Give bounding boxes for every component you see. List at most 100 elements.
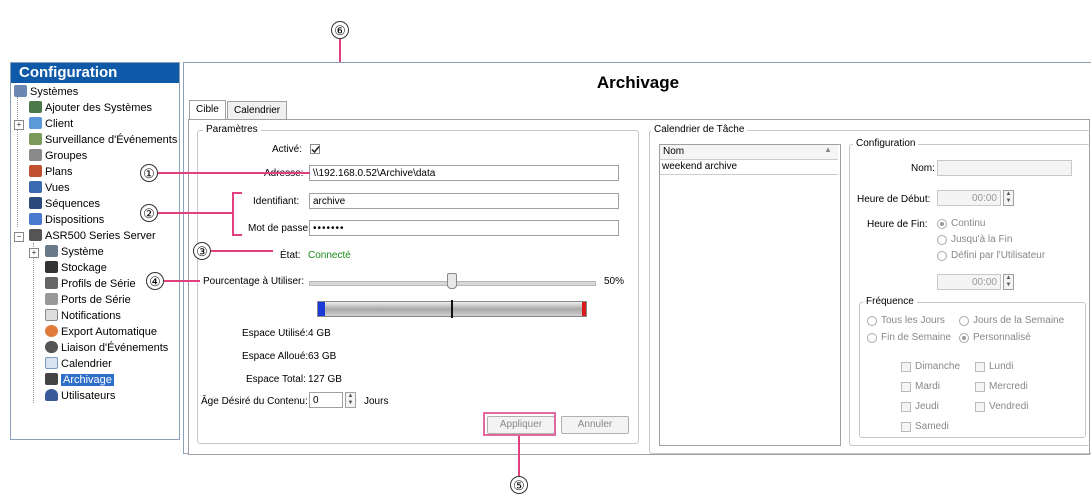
sidebar-item-systems[interactable]: Systèmes xyxy=(14,84,78,100)
end-until-radio[interactable] xyxy=(937,235,947,245)
freq-weekdays-label: Jours de la Semaine xyxy=(973,315,1065,326)
id-input[interactable]: archive xyxy=(309,193,619,209)
tab-cible[interactable]: Cible xyxy=(189,100,226,120)
day-wednesday-checkbox[interactable] xyxy=(975,382,985,392)
day-sunday-label: Dimanche xyxy=(915,361,961,372)
expand-server[interactable]: − xyxy=(14,232,24,242)
active-checkbox[interactable] xyxy=(310,144,320,154)
expand-client[interactable]: + xyxy=(14,120,24,130)
day-wednesday-label: Mercredi xyxy=(989,381,1028,392)
callout-1-line xyxy=(158,172,310,174)
name-label: Nom: xyxy=(911,163,935,174)
cancel-button[interactable]: Annuler xyxy=(561,416,629,434)
end-label: Heure de Fin: xyxy=(867,219,928,230)
password-input[interactable]: ••••••• xyxy=(309,220,619,236)
groups-icon xyxy=(29,149,42,161)
day-thursday-label: Jeudi xyxy=(915,401,939,412)
start-spinner[interactable]: ▲ ▼ xyxy=(1003,190,1014,206)
callout-1: ① xyxy=(140,164,158,182)
state-value: Connecté xyxy=(308,250,351,261)
expand-system[interactable]: + xyxy=(29,248,39,258)
day-monday-label: Lundi xyxy=(989,361,1014,372)
callout-4-line xyxy=(164,280,200,282)
end-user-radio[interactable] xyxy=(937,251,947,261)
tab-content: Paramètres Activé: Adresse: \\192.168.0.… xyxy=(188,119,1090,455)
id-label: Identifiant: xyxy=(253,196,300,207)
allocated-marker xyxy=(451,300,453,318)
end-user-label: Défini par l'Utilisateur xyxy=(951,250,1046,261)
freq-daily-label: Tous les Jours xyxy=(881,315,945,326)
sidebar-item-sequences[interactable]: Séquences xyxy=(29,196,100,212)
sidebar-item-users[interactable]: Utilisateurs xyxy=(45,388,115,404)
tab-calendrier[interactable]: Calendrier xyxy=(227,101,288,120)
sidebar-item-plans[interactable]: Plans xyxy=(29,164,73,180)
check-icon xyxy=(311,146,320,154)
sidebar-item-event-monitoring[interactable]: Surveillance d'Événements xyxy=(29,132,177,148)
freq-daily-radio[interactable] xyxy=(867,316,877,326)
total-label: Espace Total: xyxy=(246,374,306,385)
storage-icon xyxy=(45,261,58,273)
event-monitor-icon xyxy=(29,133,42,145)
calendar-icon xyxy=(45,357,58,369)
sidebar-item-auto-export[interactable]: Export Automatique xyxy=(45,324,157,340)
total-marker xyxy=(582,302,586,316)
end-continuous-radio[interactable] xyxy=(937,219,947,229)
state-label: État: xyxy=(280,250,301,261)
sidebar-item-notifications[interactable]: Notifications xyxy=(45,308,121,324)
system-icon xyxy=(45,245,58,257)
sidebar-item-storage[interactable]: Stockage xyxy=(45,260,107,276)
callout-2-line xyxy=(158,212,232,214)
storage-bar xyxy=(317,300,587,318)
sidebar-item-client[interactable]: Client xyxy=(29,116,73,132)
start-label: Heure de Début: xyxy=(857,194,931,205)
sidebar-item-add-systems[interactable]: Ajouter des Systèmes xyxy=(29,100,152,116)
sidebar-item-serial-profiles[interactable]: Profils de Série xyxy=(45,276,136,292)
sidebar-item-server[interactable]: ASR500 Series Server xyxy=(29,228,156,244)
age-spinner[interactable]: ▲ ▼ xyxy=(345,392,356,408)
sidebar-item-calendar[interactable]: Calendrier xyxy=(45,356,112,372)
age-unit: Jours xyxy=(364,396,389,407)
sidebar-item-layouts[interactable]: Dispositions xyxy=(29,212,104,228)
day-monday-checkbox[interactable] xyxy=(975,362,985,372)
used-value: 4 GB xyxy=(308,328,331,339)
schedule-list-header[interactable]: Nom ▲ xyxy=(660,145,838,160)
start-input[interactable]: 00:00 xyxy=(937,190,1001,206)
sidebar-item-event-link[interactable]: Liaison d'Événements xyxy=(45,340,168,356)
age-input[interactable]: 0 xyxy=(309,392,343,408)
sidebar-item-groups[interactable]: Groupes xyxy=(29,148,87,164)
day-tuesday-label: Mardi xyxy=(915,381,941,392)
list-item[interactable]: weekend archive xyxy=(660,160,838,175)
schedule-list[interactable]: Nom ▲ weekend archive xyxy=(659,144,841,446)
password-label: Mot de passe: xyxy=(248,223,311,234)
freq-custom-radio[interactable] xyxy=(959,333,969,343)
sidebar-item-views[interactable]: Vues xyxy=(29,180,70,196)
sidebar-item-archive[interactable]: Archivage xyxy=(45,372,114,388)
address-input[interactable]: \\192.168.0.52\Archive\data xyxy=(309,165,619,181)
systems-icon xyxy=(14,85,27,97)
callout-4: ④ xyxy=(146,272,164,290)
callout-2-bracket-top xyxy=(232,192,242,194)
percent-value: 50% xyxy=(604,276,625,287)
sidebar-item-serial-ports[interactable]: Ports de Série xyxy=(45,292,131,308)
day-sunday-checkbox[interactable] xyxy=(901,362,911,372)
end-input[interactable]: 00:00 xyxy=(937,274,1001,290)
archive-icon xyxy=(45,373,58,385)
layouts-icon xyxy=(29,213,42,225)
name-input[interactable] xyxy=(937,160,1072,176)
day-thursday-checkbox[interactable] xyxy=(901,402,911,412)
callout-2: ② xyxy=(140,204,158,222)
sidebar-item-system[interactable]: Système xyxy=(45,244,104,260)
day-friday-checkbox[interactable] xyxy=(975,402,985,412)
day-saturday-checkbox[interactable] xyxy=(901,422,911,432)
used-label: Espace Utilisé: xyxy=(242,328,309,339)
config-group-title: Configuration xyxy=(853,138,919,149)
serial-profiles-icon xyxy=(45,277,58,289)
day-saturday-label: Samedi xyxy=(915,421,949,432)
users-icon xyxy=(45,389,58,401)
freq-weekend-radio[interactable] xyxy=(867,333,877,343)
percent-slider-thumb[interactable] xyxy=(446,273,457,289)
callout-5-line xyxy=(518,436,520,476)
end-spinner[interactable]: ▲ ▼ xyxy=(1003,274,1014,290)
freq-weekdays-radio[interactable] xyxy=(959,316,969,326)
day-tuesday-checkbox[interactable] xyxy=(901,382,911,392)
